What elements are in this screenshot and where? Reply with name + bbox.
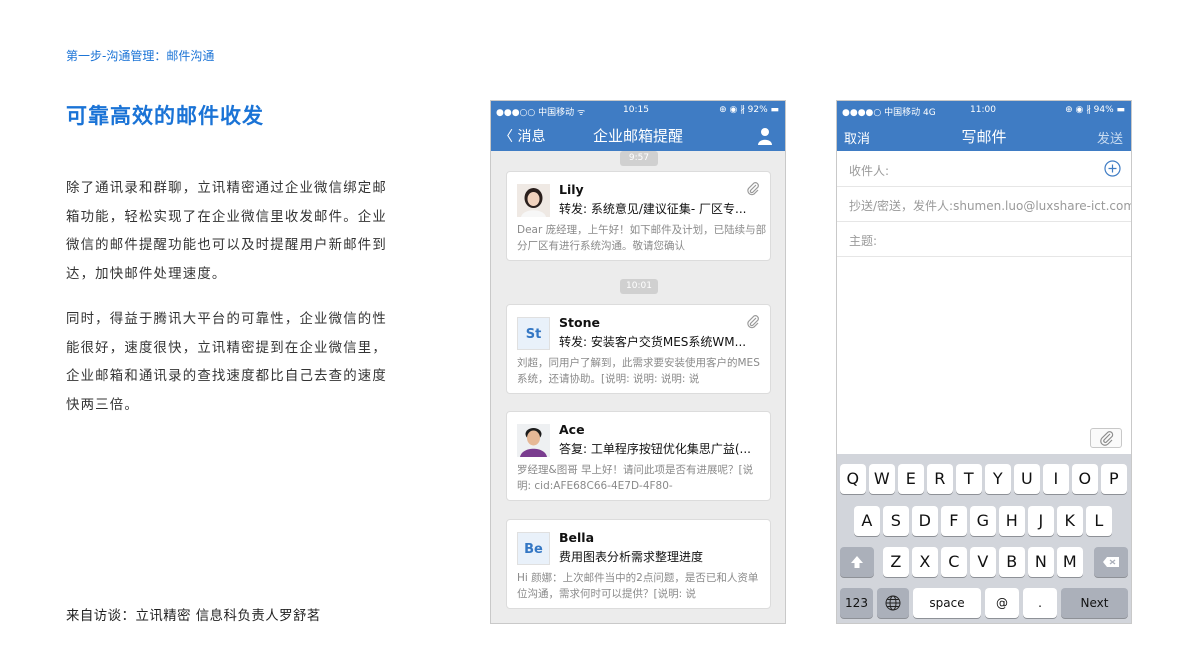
backspace-icon [1103, 557, 1119, 567]
attachment-icon [747, 315, 759, 329]
mail-subject: 费用图表分析需求整理进度 [559, 550, 704, 564]
add-recipient-icon[interactable] [1104, 160, 1121, 177]
mail-item-bella[interactable]: Be Bella 费用图表分析需求整理进度 Hi 颜娜：上次邮件当中的2点问题，… [506, 519, 771, 609]
status-bar: ●●●●○ 中国移动 4G 11:00 ⊕ ◉ ∦ 94% ▬ [837, 101, 1131, 121]
key-x[interactable]: X [912, 547, 938, 577]
carrier-signal: ●●●●○ 中国移动 4G [842, 108, 936, 118]
cc-field[interactable]: 抄送/密送，发件人:shumen.luo@luxshare-ict.com [837, 187, 1131, 222]
sender-name: Lily [559, 182, 584, 197]
avatar: Be [517, 532, 550, 565]
space-key[interactable]: space [913, 588, 981, 618]
globe-key[interactable] [877, 588, 909, 618]
mail-subject: 转发: 系统意见/建议征集- 厂区专... [559, 202, 747, 216]
key-u[interactable]: U [1014, 464, 1040, 494]
key-v[interactable]: V [970, 547, 996, 577]
globe-icon [885, 595, 901, 611]
nav-title: 写邮件 [961, 128, 1007, 146]
time-divider: 9:57 [620, 151, 658, 166]
to-label: 收件人: [849, 164, 890, 178]
key-o[interactable]: O [1072, 464, 1098, 494]
nav-bar: 取消 写邮件 发送 [837, 121, 1131, 151]
delete-key[interactable] [1094, 547, 1128, 577]
to-field[interactable]: 收件人: [837, 152, 1131, 187]
sender-name: Stone [559, 315, 600, 330]
key-g[interactable]: G [970, 506, 996, 536]
sender-name: Ace [559, 422, 585, 437]
key-a[interactable]: A [854, 506, 880, 536]
mail-preview: Hi 颜娜：上次邮件当中的2点问题，是否已和人资单位沟通，需求何时可以提供？[说… [517, 572, 759, 600]
numbers-key[interactable]: 123 [840, 588, 873, 618]
sender-name: Bella [559, 530, 595, 545]
mail-preview: Dear 庞经理，上午好！如下邮件及计划，已陆续与部分厂区有进行系统沟通。敬请您… [517, 224, 767, 252]
cc-label: 抄送/密送，发件人:shumen.luo@luxshare-ict.com [849, 199, 1132, 213]
key-y[interactable]: Y [985, 464, 1011, 494]
mail-item-lily[interactable]: Lily 转发: 系统意见/建议征集- 厂区专... Dear 庞经理，上午好！… [506, 171, 771, 261]
key-f[interactable]: F [941, 506, 967, 536]
step-label: 第一步-沟通管理：邮件沟通 [66, 49, 215, 63]
key-q[interactable]: Q [840, 464, 866, 494]
avatar [517, 184, 550, 217]
key-w[interactable]: W [869, 464, 895, 494]
mail-preview: 罗经理&图哥 早上好！请问此项是否有进展呢？[说明: cid:AFE68C66-… [517, 464, 754, 492]
carrier-signal: ●●●○○ 中国移动 ᯤ [496, 108, 586, 118]
status-bar: ●●●○○ 中国移动 ᯤ 10:15 ⊕ ◉ ∦ 92% ▬ [491, 101, 785, 121]
send-button[interactable]: 发送 [1097, 128, 1123, 147]
key-d[interactable]: D [912, 506, 938, 536]
dot-key[interactable]: . [1023, 588, 1057, 618]
key-h[interactable]: H [999, 506, 1025, 536]
key-c[interactable]: C [941, 547, 967, 577]
paragraph-1: 除了通讯录和群聊，立讯精密通过企业微信绑定邮箱功能，轻松实现了在企业微信里收发邮… [66, 181, 387, 282]
key-b[interactable]: B [999, 547, 1025, 577]
phone-compose-mail: ●●●●○ 中国移动 4G 11:00 ⊕ ◉ ∦ 94% ▬ 取消 写邮件 发… [836, 100, 1132, 624]
mail-preview: 刘超，同用户了解到，此需求要安装使用客户的MES系统，还请协助。[说明: 说明:… [517, 357, 760, 385]
key-m[interactable]: M [1057, 547, 1083, 577]
nav-bar: 〈 消息 企业邮箱提醒 [491, 121, 785, 151]
headline: 可靠高效的邮件收发 [66, 104, 264, 128]
key-t[interactable]: T [956, 464, 982, 494]
key-p[interactable]: P [1101, 464, 1127, 494]
avatar [517, 424, 550, 457]
mail-subject: 转发: 安装客户交货MES系统WM... [559, 335, 747, 349]
at-key[interactable]: @ [985, 588, 1019, 618]
key-l[interactable]: L [1086, 506, 1112, 536]
nav-title: 企业邮箱提醒 [592, 127, 683, 145]
battery-status: ⊕ ◉ ∦ 94% ▬ [1065, 105, 1125, 115]
subject-field[interactable]: 主题: [837, 222, 1131, 257]
attachment-icon [747, 182, 759, 196]
shift-icon [851, 556, 863, 568]
subject-label: 主题: [849, 234, 878, 248]
key-s[interactable]: S [883, 506, 909, 536]
key-r[interactable]: R [927, 464, 953, 494]
key-i[interactable]: I [1043, 464, 1069, 494]
shift-key[interactable] [840, 547, 874, 577]
source-note: 来自访谈：立讯精密 信息科负责人罗舒茗 [66, 609, 321, 624]
attachment-icon [1100, 431, 1114, 446]
battery-status: ⊕ ◉ ∦ 92% ▬ [719, 105, 779, 115]
phone-mail-reminder: ●●●○○ 中国移动 ᯤ 10:15 ⊕ ◉ ∦ 92% ▬ 〈 消息 企业邮箱… [490, 100, 786, 624]
mail-item-stone[interactable]: St Stone 转发: 安装客户交货MES系统WM... 刘超，同用户了解到，… [506, 304, 771, 394]
key-k[interactable]: K [1057, 506, 1083, 536]
avatar: St [517, 317, 550, 350]
status-time: 10:15 [623, 105, 649, 115]
status-time: 11:00 [970, 105, 996, 115]
mail-subject: 答复: 工单程序按钮优化集思广益(... [559, 442, 751, 456]
keyboard: QWERTYUIOP ASDFGHJKL ZXCVBNM 123 space @… [837, 454, 1131, 623]
key-e[interactable]: E [898, 464, 924, 494]
paragraph-2: 同时，得益于腾讯大平台的可靠性，企业微信的性能很好，速度很快，立讯精密提到在企业… [66, 312, 387, 413]
attach-button[interactable] [1090, 428, 1122, 448]
next-key[interactable]: Next [1061, 588, 1128, 618]
time-divider: 10:01 [620, 279, 658, 294]
contact-icon[interactable] [757, 127, 773, 145]
key-j[interactable]: J [1028, 506, 1054, 536]
key-n[interactable]: N [1028, 547, 1054, 577]
mail-item-ace[interactable]: Ace 答复: 工单程序按钮优化集思广益(... 罗经理&图哥 早上好！请问此项… [506, 411, 771, 501]
key-z[interactable]: Z [883, 547, 909, 577]
